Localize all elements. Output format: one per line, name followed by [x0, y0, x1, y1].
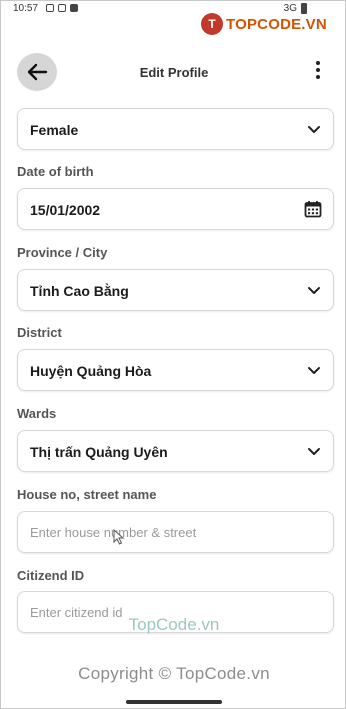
wards-select[interactable]: Thị trấn Quảng Uyên — [17, 430, 334, 472]
logo-mark: T — [201, 13, 223, 35]
topcode-logo: T TOPCODE.VN — [201, 13, 327, 35]
app-header: Edit Profile — [1, 53, 346, 93]
chevron-down-icon — [308, 367, 320, 374]
province-select[interactable]: Tỉnh Cao Bằng — [17, 269, 334, 311]
house-label: House no, street name — [17, 487, 157, 502]
logo-text: TOPCODE.VN — [226, 15, 327, 33]
status-time: 10:57 — [13, 3, 39, 14]
calendar-icon[interactable] — [304, 200, 322, 218]
wards-value: Thị trấn Quảng Uyên — [30, 444, 168, 460]
district-value: Huyện Quảng Hòa — [30, 363, 152, 379]
dob-field[interactable]: 15/01/2002 — [17, 188, 334, 230]
dob-label: Date of birth — [17, 164, 94, 179]
district-select[interactable]: Huyện Quảng Hòa — [17, 349, 334, 391]
status-notification-icons — [46, 4, 78, 12]
sd-card-icon — [70, 4, 78, 12]
more-options-icon[interactable] — [315, 61, 321, 79]
house-input[interactable]: Enter house number & street — [17, 511, 334, 553]
phone-screen: 10:57 3G T TOPCODE.VN Edit Profile Femal… — [0, 0, 346, 709]
notification-icon — [58, 4, 66, 12]
province-label: Province / City — [17, 245, 108, 260]
chevron-down-icon — [308, 448, 320, 455]
notification-icon — [46, 4, 54, 12]
gender-value: Female — [30, 122, 79, 138]
mouse-cursor-icon — [113, 529, 125, 545]
dob-value: 15/01/2002 — [30, 202, 101, 218]
district-label: District — [17, 325, 62, 340]
page-title: Edit Profile — [139, 65, 209, 80]
citizen-label: Citizend ID — [17, 568, 85, 583]
wards-label: Wards — [17, 406, 57, 421]
home-indicator[interactable] — [126, 700, 222, 704]
watermark-copyright: Copyright © TopCode.vn — [78, 664, 270, 683]
province-value: Tỉnh Cao Bằng — [30, 283, 129, 299]
gender-select[interactable]: Female — [17, 108, 334, 150]
watermark-site: TopCode.vn — [128, 615, 220, 634]
chevron-down-icon — [308, 287, 320, 294]
chevron-down-icon — [308, 126, 320, 133]
